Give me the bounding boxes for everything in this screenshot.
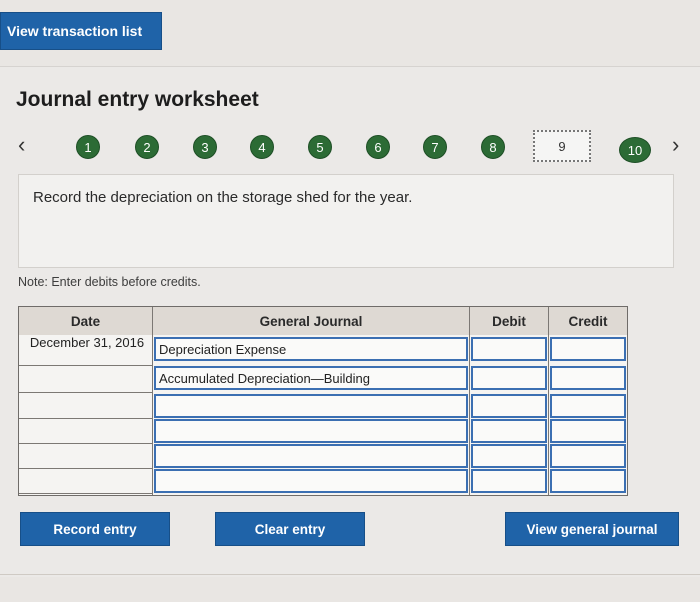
- account-field[interactable]: [154, 444, 468, 468]
- row-divider: [19, 493, 152, 494]
- account-field[interactable]: [154, 394, 468, 418]
- credit-field[interactable]: [550, 419, 626, 443]
- step-7[interactable]: 7: [423, 135, 447, 159]
- step-10[interactable]: 10: [619, 137, 651, 163]
- debit-field[interactable]: [471, 444, 547, 468]
- step-9[interactable]: 9: [533, 130, 591, 162]
- header-debit: Debit: [470, 307, 548, 335]
- column-divider: [469, 307, 470, 495]
- row-divider: [19, 468, 152, 469]
- row-divider: [19, 443, 152, 444]
- row-divider: [19, 418, 152, 419]
- record-entry-button[interactable]: Record entry: [20, 512, 170, 546]
- debit-field[interactable]: [471, 366, 547, 390]
- credit-field[interactable]: [550, 366, 626, 390]
- chevron-left-icon[interactable]: ‹: [18, 134, 25, 156]
- header-date: Date: [19, 307, 152, 335]
- date-cell: December 31, 2016: [29, 335, 145, 350]
- row-divider: [19, 392, 152, 393]
- header-credit: Credit: [549, 307, 627, 335]
- credit-field[interactable]: [550, 469, 626, 493]
- credit-field[interactable]: [550, 394, 626, 418]
- account-field[interactable]: [154, 419, 468, 443]
- column-divider: [152, 307, 153, 495]
- debit-field[interactable]: [471, 394, 547, 418]
- debit-field[interactable]: [471, 337, 547, 361]
- credit-field[interactable]: [550, 444, 626, 468]
- column-divider: [548, 307, 549, 495]
- step-5[interactable]: 5: [308, 135, 332, 159]
- header-general-journal: General Journal: [153, 307, 469, 335]
- step-6[interactable]: 6: [366, 135, 390, 159]
- account-field[interactable]: Accumulated Depreciation—Building: [154, 366, 468, 390]
- step-4[interactable]: 4: [250, 135, 274, 159]
- bottom-divider: [0, 574, 700, 575]
- chevron-right-icon[interactable]: ›: [672, 134, 679, 156]
- view-transaction-list-button[interactable]: View transaction list: [0, 12, 162, 50]
- step-1[interactable]: 1: [76, 135, 100, 159]
- step-3[interactable]: 3: [193, 135, 217, 159]
- note-text: Note: Enter debits before credits.: [18, 275, 201, 289]
- clear-entry-button[interactable]: Clear entry: [215, 512, 365, 546]
- instruction-text: Record the depreciation on the storage s…: [33, 189, 413, 206]
- view-general-journal-button[interactable]: View general journal: [505, 512, 679, 546]
- instruction-box: Record the depreciation on the storage s…: [18, 174, 674, 268]
- account-field[interactable]: Depreciation Expense: [154, 337, 468, 361]
- journal-table: Date General Journal Debit Credit Decemb…: [18, 306, 628, 496]
- account-field[interactable]: [154, 469, 468, 493]
- step-2[interactable]: 2: [135, 135, 159, 159]
- credit-field[interactable]: [550, 337, 626, 361]
- debit-field[interactable]: [471, 419, 547, 443]
- debit-field[interactable]: [471, 469, 547, 493]
- step-8[interactable]: 8: [481, 135, 505, 159]
- page-title: Journal entry worksheet: [16, 88, 259, 111]
